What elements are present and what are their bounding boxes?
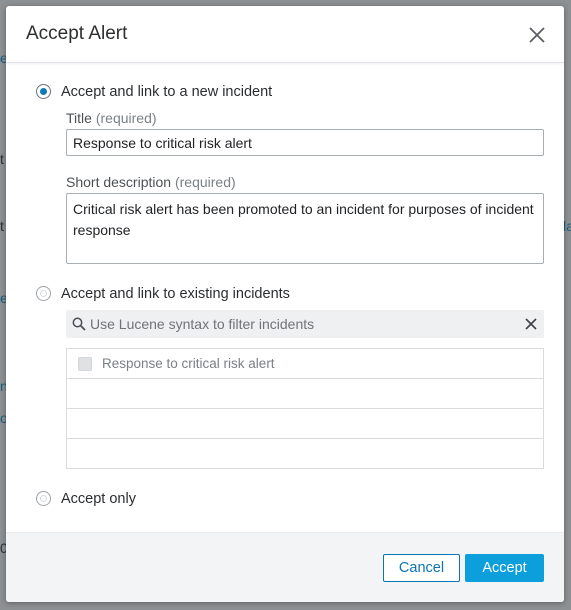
close-icon[interactable] bbox=[526, 24, 548, 46]
radio-accept-only[interactable] bbox=[36, 491, 51, 506]
dialog-header: Accept Alert bbox=[6, 6, 564, 63]
incident-row-label: Response to critical risk alert bbox=[102, 356, 275, 371]
title-label-text: Title bbox=[66, 110, 92, 126]
cancel-button[interactable]: Cancel bbox=[383, 554, 460, 582]
incident-checkbox[interactable] bbox=[78, 357, 92, 371]
incident-list: Response to critical risk alert bbox=[66, 348, 544, 469]
description-textarea[interactable]: Critical risk alert has been promoted to… bbox=[66, 193, 544, 264]
dialog-footer: Cancel Accept bbox=[6, 532, 564, 602]
description-label-text: Short description bbox=[66, 174, 172, 190]
title-field-label: Title (required) bbox=[66, 110, 157, 126]
description-field-label: Short description (required) bbox=[66, 174, 236, 190]
incident-row[interactable]: Response to critical risk alert bbox=[67, 349, 543, 379]
background-fragment: la bbox=[563, 218, 571, 234]
accept-alert-dialog: Accept Alert Accept and link to a new in… bbox=[6, 6, 564, 602]
radio-existing-incidents-label[interactable]: Accept and link to existing incidents bbox=[61, 286, 290, 302]
background-fragment: t bbox=[0, 151, 4, 167]
radio-new-incident[interactable] bbox=[36, 84, 51, 99]
radio-existing-incidents[interactable] bbox=[36, 286, 51, 301]
incident-search-box bbox=[66, 310, 544, 338]
search-icon bbox=[72, 317, 86, 331]
background-fragment: t bbox=[0, 218, 4, 234]
title-input[interactable] bbox=[66, 129, 544, 156]
dialog-title: Accept Alert bbox=[26, 23, 128, 44]
incident-row bbox=[67, 379, 543, 409]
radio-accept-only-label[interactable]: Accept only bbox=[61, 491, 136, 507]
accept-button[interactable]: Accept bbox=[465, 554, 544, 582]
incident-search-input[interactable] bbox=[90, 312, 510, 336]
description-required-text: (required) bbox=[174, 174, 236, 190]
radio-new-incident-label[interactable]: Accept and link to a new incident bbox=[61, 84, 272, 100]
clear-search-icon[interactable] bbox=[524, 317, 538, 331]
incident-row bbox=[67, 439, 543, 469]
incident-row bbox=[67, 409, 543, 439]
title-required-text: (required) bbox=[95, 110, 157, 126]
